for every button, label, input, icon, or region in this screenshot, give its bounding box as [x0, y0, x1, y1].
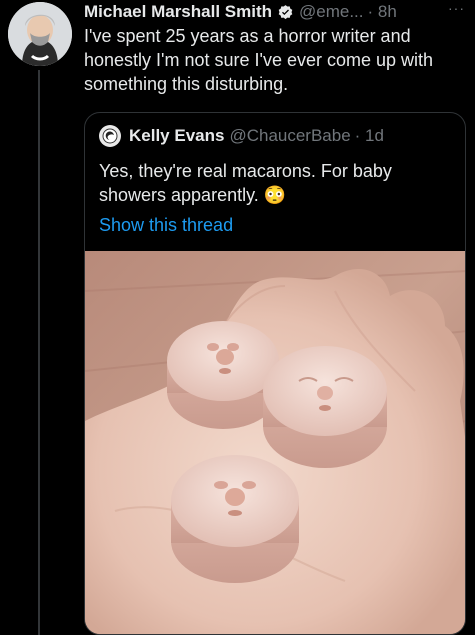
tweet-header: Michael Marshall Smith @eme... · 8h [84, 0, 475, 24]
author-handle[interactable]: @eme... [299, 2, 364, 22]
author-avatar[interactable] [8, 2, 72, 66]
quote-timestamp[interactable]: · 1d [355, 126, 384, 146]
quote-author-name[interactable]: Kelly Evans [129, 126, 224, 146]
more-icon[interactable]: ··· [448, 0, 465, 16]
quote-header: Kelly Evans @ChaucerBabe · 1d [99, 125, 384, 147]
tweet-timestamp[interactable]: · 8h [368, 2, 397, 22]
verified-badge-icon [278, 4, 293, 19]
macaron-photo[interactable] [85, 251, 466, 635]
show-thread-link[interactable]: Show this thread [99, 215, 233, 236]
tweet-text: I've spent 25 years as a horror writer a… [84, 26, 434, 94]
quote-text: Yes, they're real macarons. For baby sho… [99, 161, 392, 205]
quote-author-avatar[interactable] [99, 125, 121, 147]
thread-line [38, 70, 40, 635]
quote-tweet[interactable]: Kelly Evans @ChaucerBabe · 1d Yes, they'… [84, 112, 466, 635]
author-name[interactable]: Michael Marshall Smith [84, 2, 272, 22]
quote-author-handle[interactable]: @ChaucerBabe [229, 126, 350, 146]
